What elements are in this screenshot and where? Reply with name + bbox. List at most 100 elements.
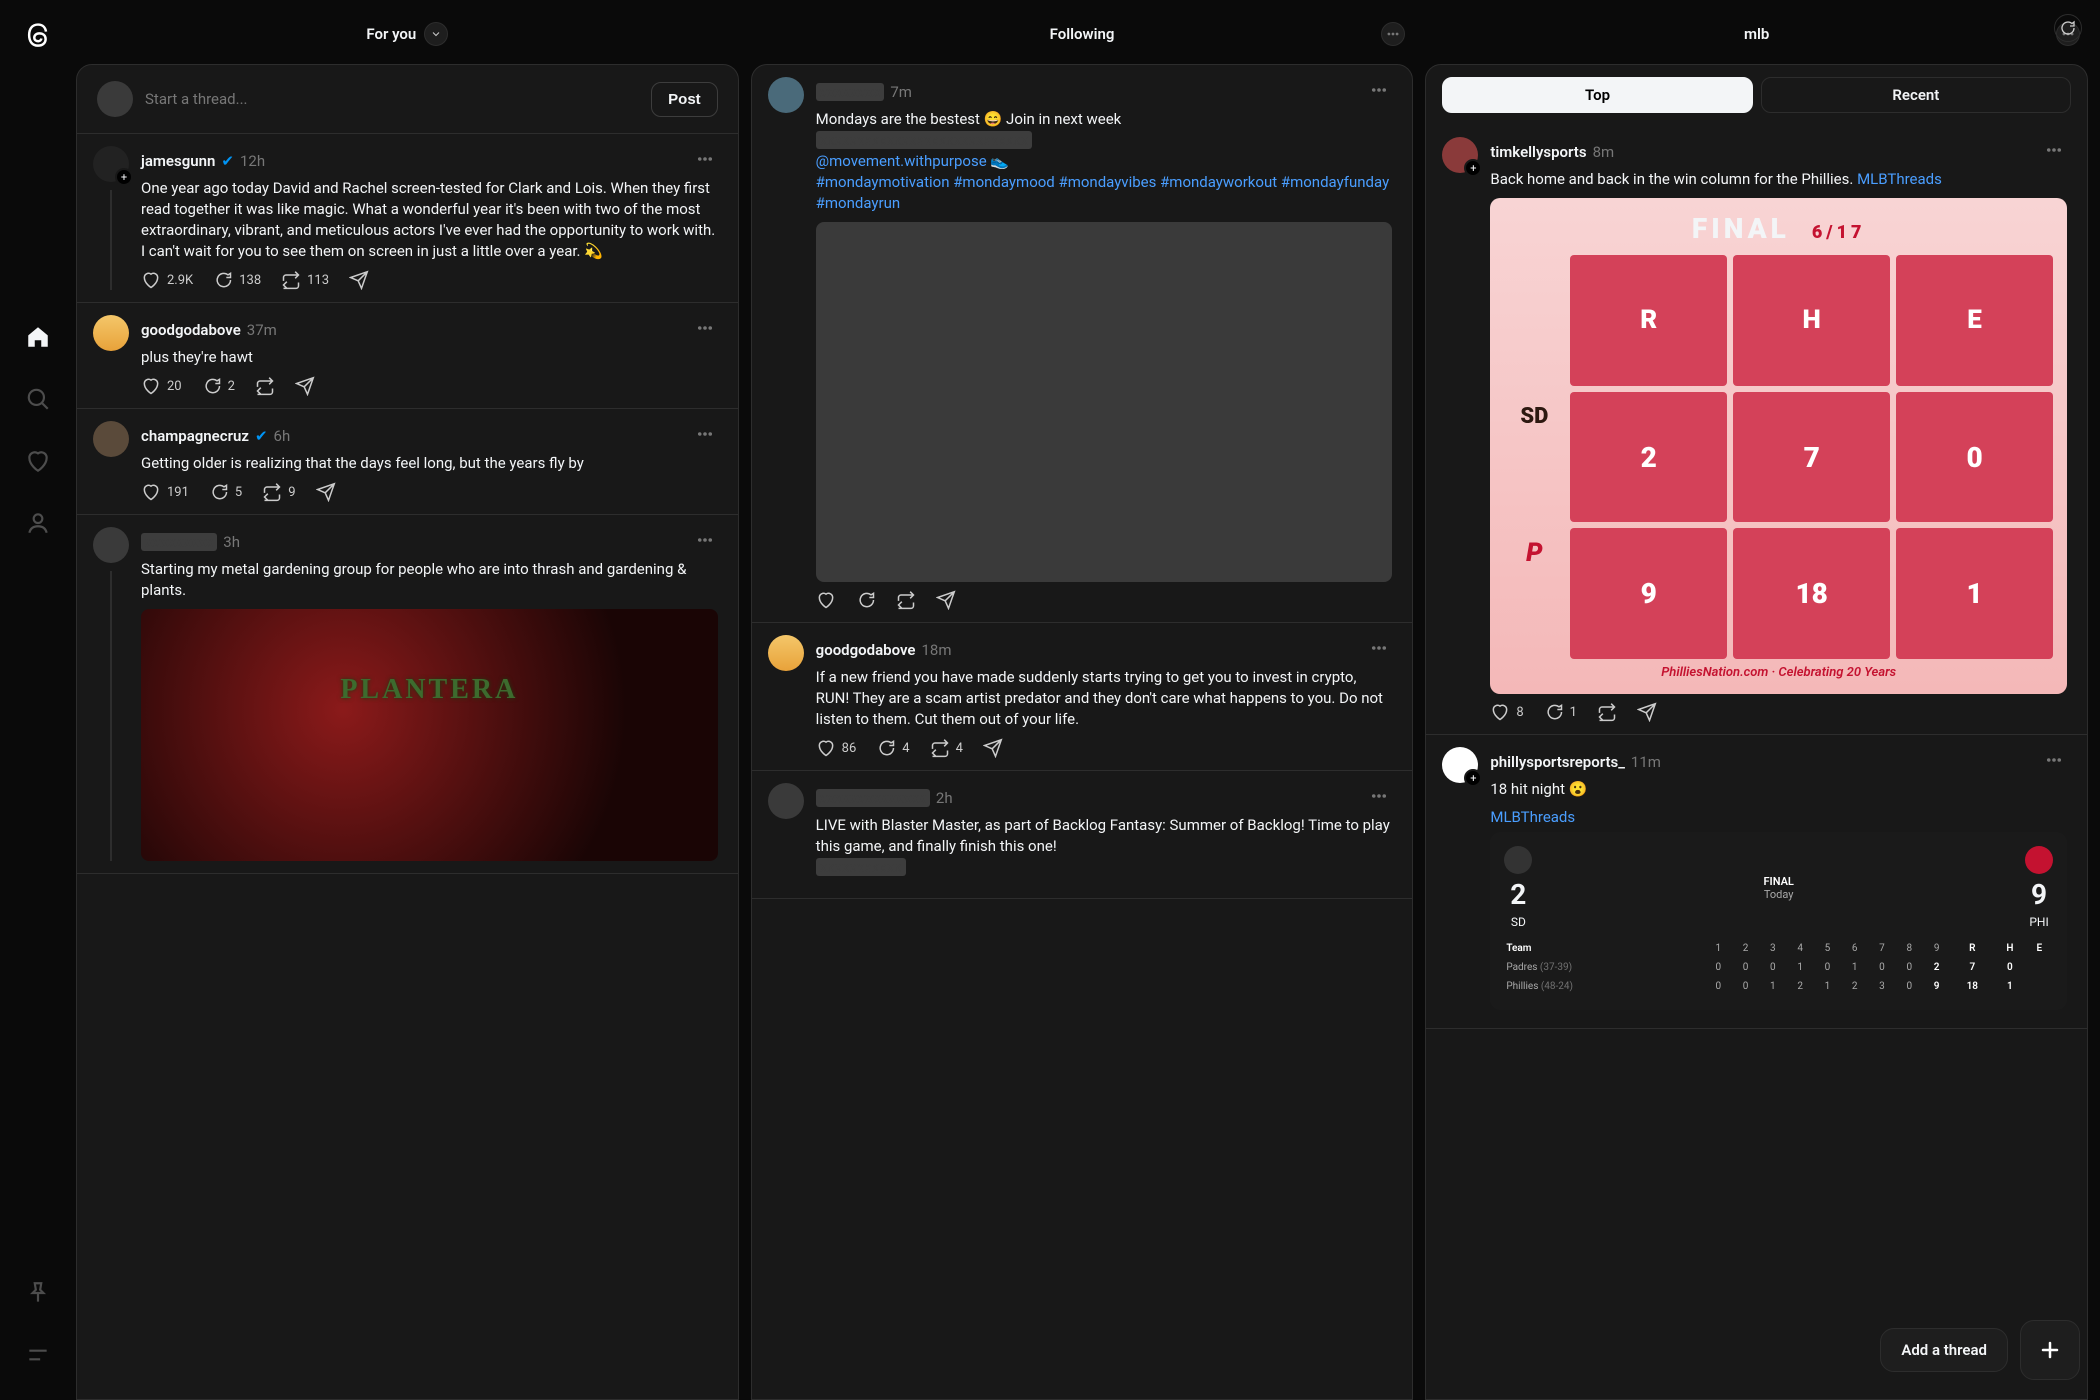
timestamp: 12h: [240, 152, 265, 170]
column-title: For you: [366, 25, 416, 43]
nav-menu-icon[interactable]: [11, 1328, 65, 1382]
score-final-label: FINAL: [1692, 212, 1790, 245]
left-sidebar: [0, 0, 76, 1400]
tab-top[interactable]: Top: [1442, 77, 1752, 113]
username[interactable]: timkellysports: [1490, 143, 1586, 161]
hashtags[interactable]: #mondaymotivation #mondaymood #mondayvib…: [816, 173, 1390, 212]
timestamp: 6h: [274, 427, 291, 445]
add-badge-icon[interactable]: +: [1464, 159, 1482, 177]
table-row: Padres (37-39) 00010100270: [1504, 958, 2053, 977]
link[interactable]: MLBThreads: [1490, 808, 2067, 826]
post: xxxxxxxxx 3h Starting my metal gardening…: [77, 515, 738, 874]
chevron-down-icon[interactable]: [424, 22, 448, 46]
more-icon[interactable]: [692, 146, 718, 176]
avatar[interactable]: [768, 77, 804, 113]
timestamp: 11m: [1631, 753, 1661, 771]
box-score[interactable]: 2 SD FINAL Today 9 PHI: [1490, 832, 2067, 1010]
reply-button[interactable]: 4: [876, 738, 909, 758]
composer-input[interactable]: Start a thread...: [145, 90, 639, 108]
nav-pin-icon[interactable]: [11, 1266, 65, 1320]
threads-logo[interactable]: [21, 18, 55, 52]
avatar[interactable]: +: [93, 146, 129, 182]
repost-button[interactable]: 113: [281, 270, 329, 290]
more-icon[interactable]: [1366, 635, 1392, 665]
share-button[interactable]: [349, 270, 369, 290]
avatar[interactable]: [93, 527, 129, 563]
more-icon[interactable]: [2041, 747, 2067, 777]
composer-avatar[interactable]: [97, 81, 133, 117]
box-score-table: Team 123456789RHE Padres (37-39) 0001010…: [1504, 939, 2053, 996]
add-thread-button[interactable]: Add a thread: [1880, 1328, 2008, 1372]
verified-icon: ✔: [221, 152, 234, 170]
share-button[interactable]: [316, 482, 336, 502]
add-badge-icon[interactable]: +: [115, 168, 133, 186]
repost-button[interactable]: [1597, 702, 1617, 722]
username[interactable]: goodgodabove: [816, 641, 916, 659]
avatar[interactable]: [93, 315, 129, 351]
add-badge-icon[interactable]: +: [1464, 769, 1482, 787]
reply-button[interactable]: 1: [1544, 702, 1577, 722]
share-button[interactable]: [1637, 702, 1657, 722]
repost-button[interactable]: [255, 376, 275, 396]
reply-button[interactable]: 2: [202, 376, 235, 396]
post-text: If a new friend you have made suddenly s…: [816, 667, 1393, 730]
post: xxxxxxxxxxxxxx 2h LIVE with Blaster Mast…: [752, 771, 1413, 899]
nav-activity-icon[interactable]: [11, 434, 65, 488]
reply-button[interactable]: 138: [213, 270, 261, 290]
share-button[interactable]: [936, 590, 956, 610]
username[interactable]: jamesgunn: [141, 152, 215, 170]
like-button[interactable]: [816, 590, 836, 610]
refresh-icon[interactable]: [2054, 14, 2082, 42]
more-icon[interactable]: [1366, 783, 1392, 813]
score-date: 6/17: [1812, 222, 1866, 243]
more-icon[interactable]: [692, 421, 718, 451]
post-actions: 2.9K 138 113: [141, 270, 718, 290]
post-text: Back home and back in the win column for…: [1490, 169, 2067, 190]
like-button[interactable]: 191: [141, 482, 189, 502]
post: xxxxxxxx 7m Mondays are the bestest 😄 Jo…: [752, 65, 1413, 623]
post-image[interactable]: [816, 222, 1393, 582]
column-for-you: For you Start a thread... Post +: [76, 4, 739, 1400]
team-logo-sd: SD: [1504, 392, 1564, 442]
nav-profile-icon[interactable]: [11, 496, 65, 550]
tab-recent[interactable]: Recent: [1761, 77, 2071, 113]
like-button[interactable]: 86: [816, 738, 857, 758]
post-text: Mondays are the bestest 😄 Join in next w…: [816, 109, 1393, 214]
avatar[interactable]: [768, 635, 804, 671]
verified-icon: ✔: [255, 427, 268, 445]
score-graphic[interactable]: FINAL 6/17 R H E SD 2 7: [1490, 198, 2067, 694]
reply-button[interactable]: [856, 590, 876, 610]
share-button[interactable]: [983, 738, 1003, 758]
like-button[interactable]: 8: [1490, 702, 1523, 722]
avatar[interactable]: +: [1442, 137, 1478, 173]
avatar[interactable]: +: [1442, 747, 1478, 783]
thread-line: [110, 571, 112, 861]
repost-button[interactable]: [896, 590, 916, 610]
reply-button[interactable]: 5: [209, 482, 242, 502]
like-button[interactable]: 20: [141, 376, 182, 396]
username[interactable]: champagnecruz: [141, 427, 249, 445]
repost-button[interactable]: 4: [930, 738, 963, 758]
column-menu-icon[interactable]: [1381, 22, 1405, 46]
more-icon[interactable]: [692, 315, 718, 345]
mention-link[interactable]: @movement.withpurpose: [816, 152, 987, 170]
score-footer: PhilliesNation.com · Celebrating 20 Year…: [1504, 665, 2053, 680]
nav-search-icon[interactable]: [11, 372, 65, 426]
post-text: Starting my metal gardening group for pe…: [141, 559, 718, 601]
post-image[interactable]: PLANTERA: [141, 609, 718, 861]
post: + timkellysports 8m Back home and back i…: [1426, 125, 2087, 735]
post-button[interactable]: Post: [651, 82, 718, 117]
repost-button[interactable]: 9: [262, 482, 295, 502]
more-icon[interactable]: [692, 527, 718, 557]
link[interactable]: MLBThreads: [1857, 170, 1942, 188]
avatar[interactable]: [768, 783, 804, 819]
username[interactable]: phillysportsreports_: [1490, 753, 1625, 771]
nav-home-icon[interactable]: [11, 310, 65, 364]
avatar[interactable]: [93, 421, 129, 457]
more-icon[interactable]: [1366, 77, 1392, 107]
username[interactable]: goodgodabove: [141, 321, 241, 339]
compose-fab[interactable]: [2020, 1320, 2080, 1380]
share-button[interactable]: [295, 376, 315, 396]
more-icon[interactable]: [2041, 137, 2067, 167]
like-button[interactable]: 2.9K: [141, 270, 193, 290]
